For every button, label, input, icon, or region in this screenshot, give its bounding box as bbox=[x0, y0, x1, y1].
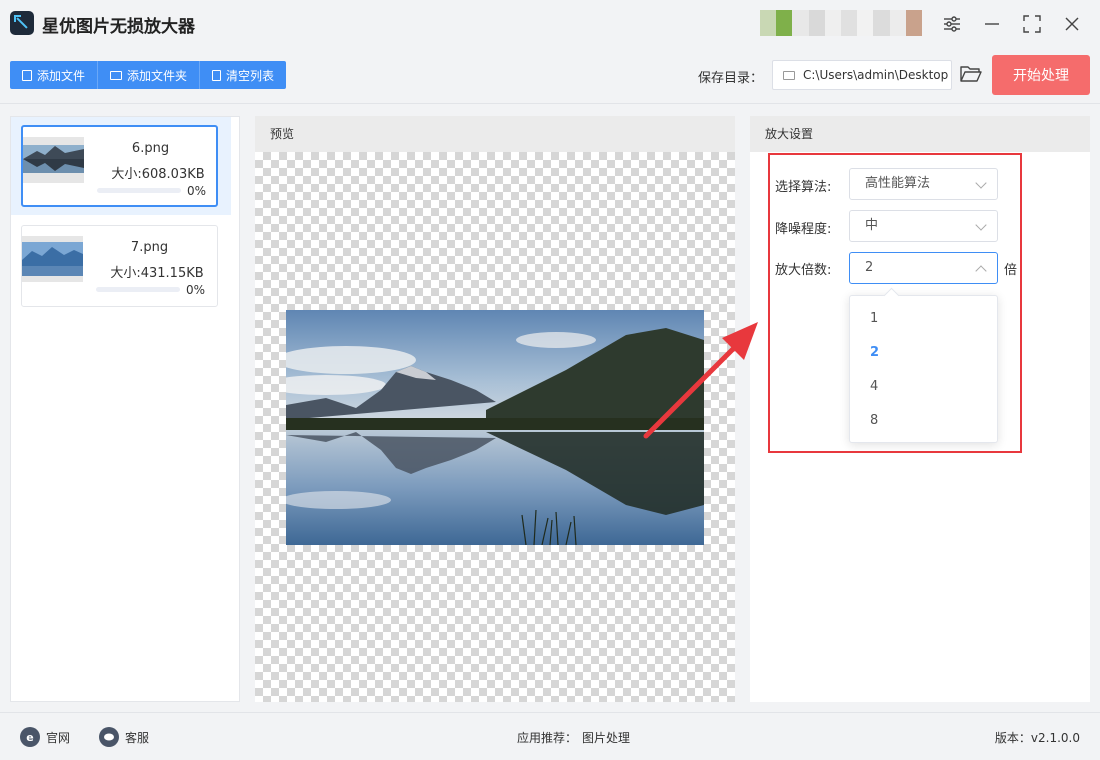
preview-title: 预览 bbox=[255, 116, 735, 152]
file-thumbnail bbox=[22, 236, 83, 282]
add-folder-label: 添加文件夹 bbox=[127, 68, 188, 83]
file-icon bbox=[22, 69, 32, 81]
save-dir-field[interactable]: C:\Users\admin\Desktop bbox=[772, 60, 952, 90]
file-card[interactable]: 6.png 大小:608.03KB 0% bbox=[21, 125, 218, 207]
file-list-item[interactable]: 6.png 大小:608.03KB 0% bbox=[11, 117, 231, 215]
toolbar: 添加文件 添加文件夹 清空列表 保存目录： C:\Users\admin\Des… bbox=[0, 48, 1100, 104]
progress-text: 0% bbox=[187, 184, 207, 198]
recommend-link[interactable]: 图片处理 bbox=[582, 729, 630, 746]
ie-icon: e bbox=[20, 727, 40, 747]
footer: e 官网 客服 应用推荐： 图片处理 版本：v2.1.0.0 bbox=[0, 712, 1100, 760]
file-button-group: 添加文件 添加文件夹 清空列表 bbox=[10, 61, 287, 89]
file-name: 7.png bbox=[130, 240, 169, 255]
title-bar: 星优图片无损放大器 bbox=[0, 0, 1100, 48]
version-text: 版本：v2.1.0.0 bbox=[994, 731, 1080, 745]
app-title: 星优图片无损放大器 bbox=[42, 17, 195, 37]
clear-list-label: 清空列表 bbox=[226, 68, 275, 83]
service-label: 客服 bbox=[125, 730, 150, 745]
start-button[interactable]: 开始处理 bbox=[992, 55, 1090, 95]
app-logo-icon bbox=[10, 11, 34, 35]
progress-bar bbox=[96, 287, 180, 292]
recommend-label: 应用推荐： bbox=[517, 731, 578, 745]
open-folder-icon[interactable] bbox=[960, 65, 982, 83]
save-dir-label: 保存目录： bbox=[698, 71, 764, 86]
folder-icon bbox=[783, 70, 795, 80]
service-link[interactable]: 客服 bbox=[99, 727, 149, 747]
file-list-item[interactable]: 7.png 大小:431.15KB 0% bbox=[11, 217, 231, 315]
website-link[interactable]: e 官网 bbox=[20, 727, 70, 747]
annotation-highlight-box bbox=[768, 153, 1022, 453]
file-name: 6.png bbox=[131, 141, 170, 156]
user-avatar[interactable] bbox=[760, 10, 923, 36]
add-folder-button[interactable]: 添加文件夹 bbox=[98, 61, 201, 89]
file-card[interactable]: 7.png 大小:431.15KB 0% bbox=[21, 225, 218, 307]
preview-canvas bbox=[255, 152, 735, 702]
file-size: 大小:431.15KB bbox=[110, 266, 204, 281]
close-icon[interactable] bbox=[1060, 12, 1084, 36]
add-file-button[interactable]: 添加文件 bbox=[10, 61, 99, 89]
file-size: 大小:608.03KB bbox=[111, 167, 205, 182]
settings-icon[interactable] bbox=[940, 12, 964, 36]
settings-title: 放大设置 bbox=[750, 116, 1090, 152]
add-file-label: 添加文件 bbox=[37, 68, 86, 83]
preview-image bbox=[286, 310, 704, 545]
save-dir-value: C:\Users\admin\Desktop bbox=[803, 68, 949, 82]
folder-icon bbox=[110, 70, 123, 80]
trash-icon bbox=[212, 69, 222, 81]
progress-bar bbox=[97, 188, 181, 193]
website-label: 官网 bbox=[46, 730, 71, 745]
progress-text: 0% bbox=[186, 283, 206, 297]
clear-list-button[interactable]: 清空列表 bbox=[200, 61, 287, 89]
file-thumbnail bbox=[23, 137, 84, 183]
maximize-icon[interactable] bbox=[1020, 12, 1044, 36]
chat-icon bbox=[99, 727, 119, 747]
minimize-icon[interactable] bbox=[980, 12, 1004, 36]
file-list: 6.png 大小:608.03KB 0% 7.png 大小:431.15KB 0… bbox=[10, 116, 240, 702]
